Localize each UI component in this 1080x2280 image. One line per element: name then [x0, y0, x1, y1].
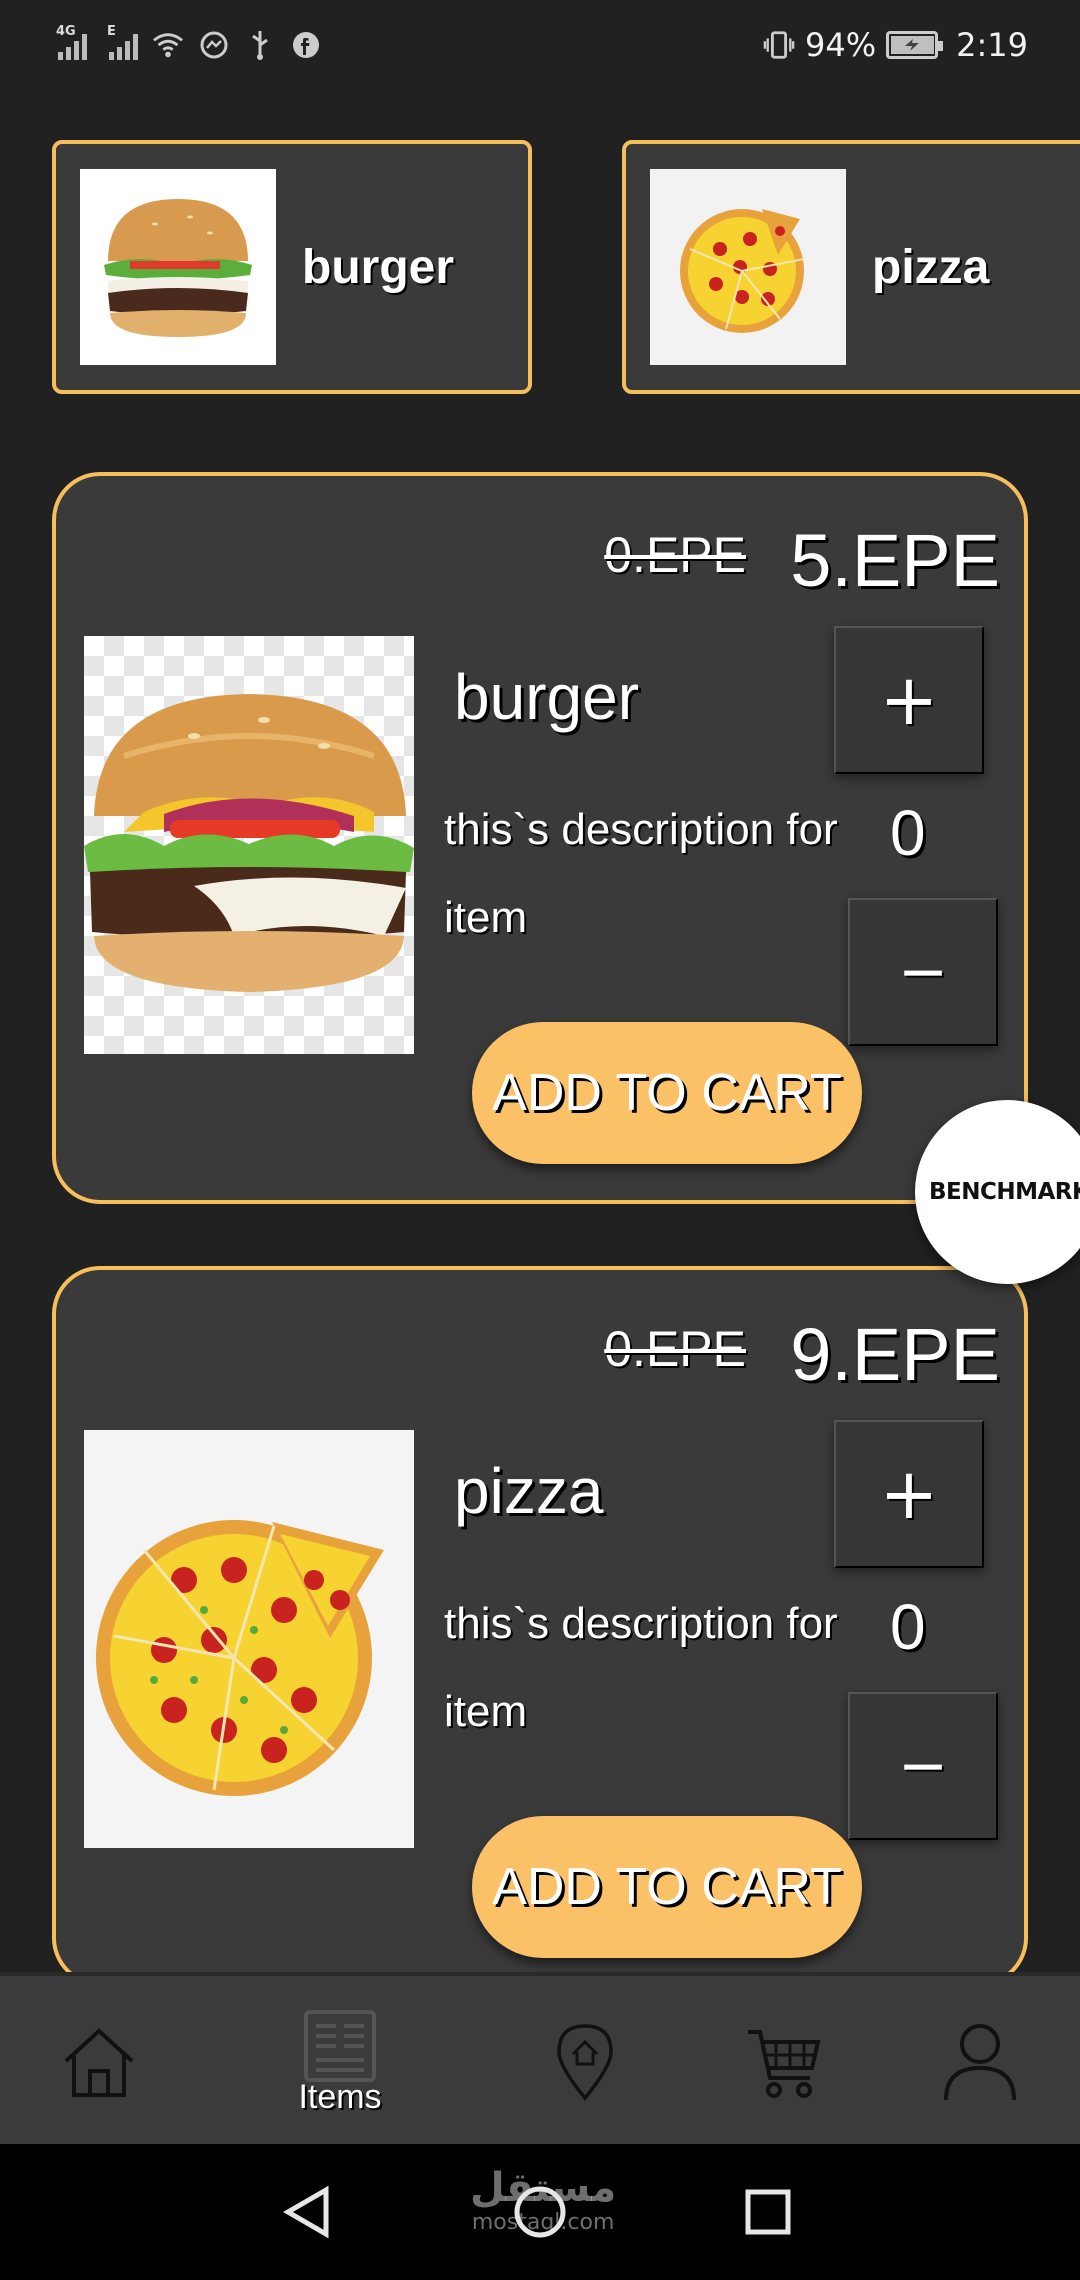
status-left: 4G E [56, 24, 322, 61]
item-description: this`s description for item [444, 805, 838, 942]
old-price: 0.EPE [604, 1321, 746, 1377]
item-name: burger [454, 661, 639, 733]
nav-profile[interactable] [942, 1976, 1018, 2148]
recents-icon[interactable] [730, 2174, 806, 2250]
benchmark-fab[interactable]: BENCHMARK [915, 1100, 1080, 1284]
messenger-icon [198, 29, 230, 61]
battery-icon [886, 31, 944, 59]
location-icon [557, 2024, 613, 2101]
nav-cart[interactable] [746, 1976, 822, 2148]
add-to-cart-button[interactable]: ADD TO CART [472, 1816, 862, 1958]
increase-quantity-button[interactable]: + [834, 626, 984, 774]
pizza-image [84, 1430, 414, 1848]
vibrate-icon [763, 29, 795, 61]
item-card-pizza: 0.EPE 9.EPE pizza this`s description for… [52, 1266, 1028, 1986]
burger-image [84, 636, 414, 1054]
burger-image [80, 169, 276, 365]
new-price: 5.EPE [790, 519, 1000, 602]
home-icon [64, 2028, 134, 2097]
category-label: pizza [872, 240, 990, 294]
item-card-burger: 0.EPE 5.EPE burger this`s description fo… [52, 472, 1028, 1204]
home-circle-icon[interactable] [502, 2174, 578, 2250]
item-name: pizza [454, 1455, 604, 1527]
network-type-label: 4G [56, 24, 76, 39]
bottom-nav: Items [0, 1972, 1080, 2144]
add-to-cart-button[interactable]: ADD TO CART [472, 1022, 862, 1164]
usb-icon [244, 29, 276, 61]
items-icon [304, 2009, 376, 2082]
nav-home[interactable] [54, 1976, 144, 2148]
category-burger[interactable]: burger [52, 140, 532, 394]
cart-icon [748, 2030, 821, 2098]
battery-percent: 94% [805, 26, 877, 64]
back-icon[interactable] [270, 2174, 346, 2250]
benchmark-label: BENCHMARK [929, 1179, 1080, 1205]
quantity-value: 0 [890, 1591, 926, 1663]
signal-icon: 4G [56, 24, 87, 60]
nav-items-label: Items [298, 2077, 382, 2116]
pizza-image [650, 169, 846, 365]
item-description: this`s description for item [444, 1599, 838, 1736]
decrease-quantity-button[interactable]: − [848, 1692, 998, 1840]
signal-icon: E [107, 24, 138, 60]
new-price: 9.EPE [790, 1313, 1000, 1396]
decrease-quantity-button[interactable]: − [848, 898, 998, 1046]
status-bar: 4G E 94% 2:19 [0, 0, 1080, 90]
old-price: 0.EPE [604, 527, 746, 583]
wifi-icon [152, 29, 184, 61]
category-strip[interactable]: burger pizza [0, 140, 1080, 396]
status-right: 94% 2:19 [763, 26, 1028, 64]
system-nav-bar: مستقل mostaql.com [0, 2144, 1080, 2280]
quantity-value: 0 [890, 797, 926, 869]
nav-location[interactable] [552, 1976, 618, 2148]
category-label: burger [302, 240, 455, 294]
profile-icon [944, 2024, 1016, 2101]
category-pizza[interactable]: pizza [622, 140, 1080, 394]
clock: 2:19 [956, 26, 1028, 64]
network-type-label: E [107, 24, 116, 39]
increase-quantity-button[interactable]: + [834, 1420, 984, 1568]
facebook-icon [290, 29, 322, 61]
nav-items[interactable]: Items [270, 1976, 410, 2148]
